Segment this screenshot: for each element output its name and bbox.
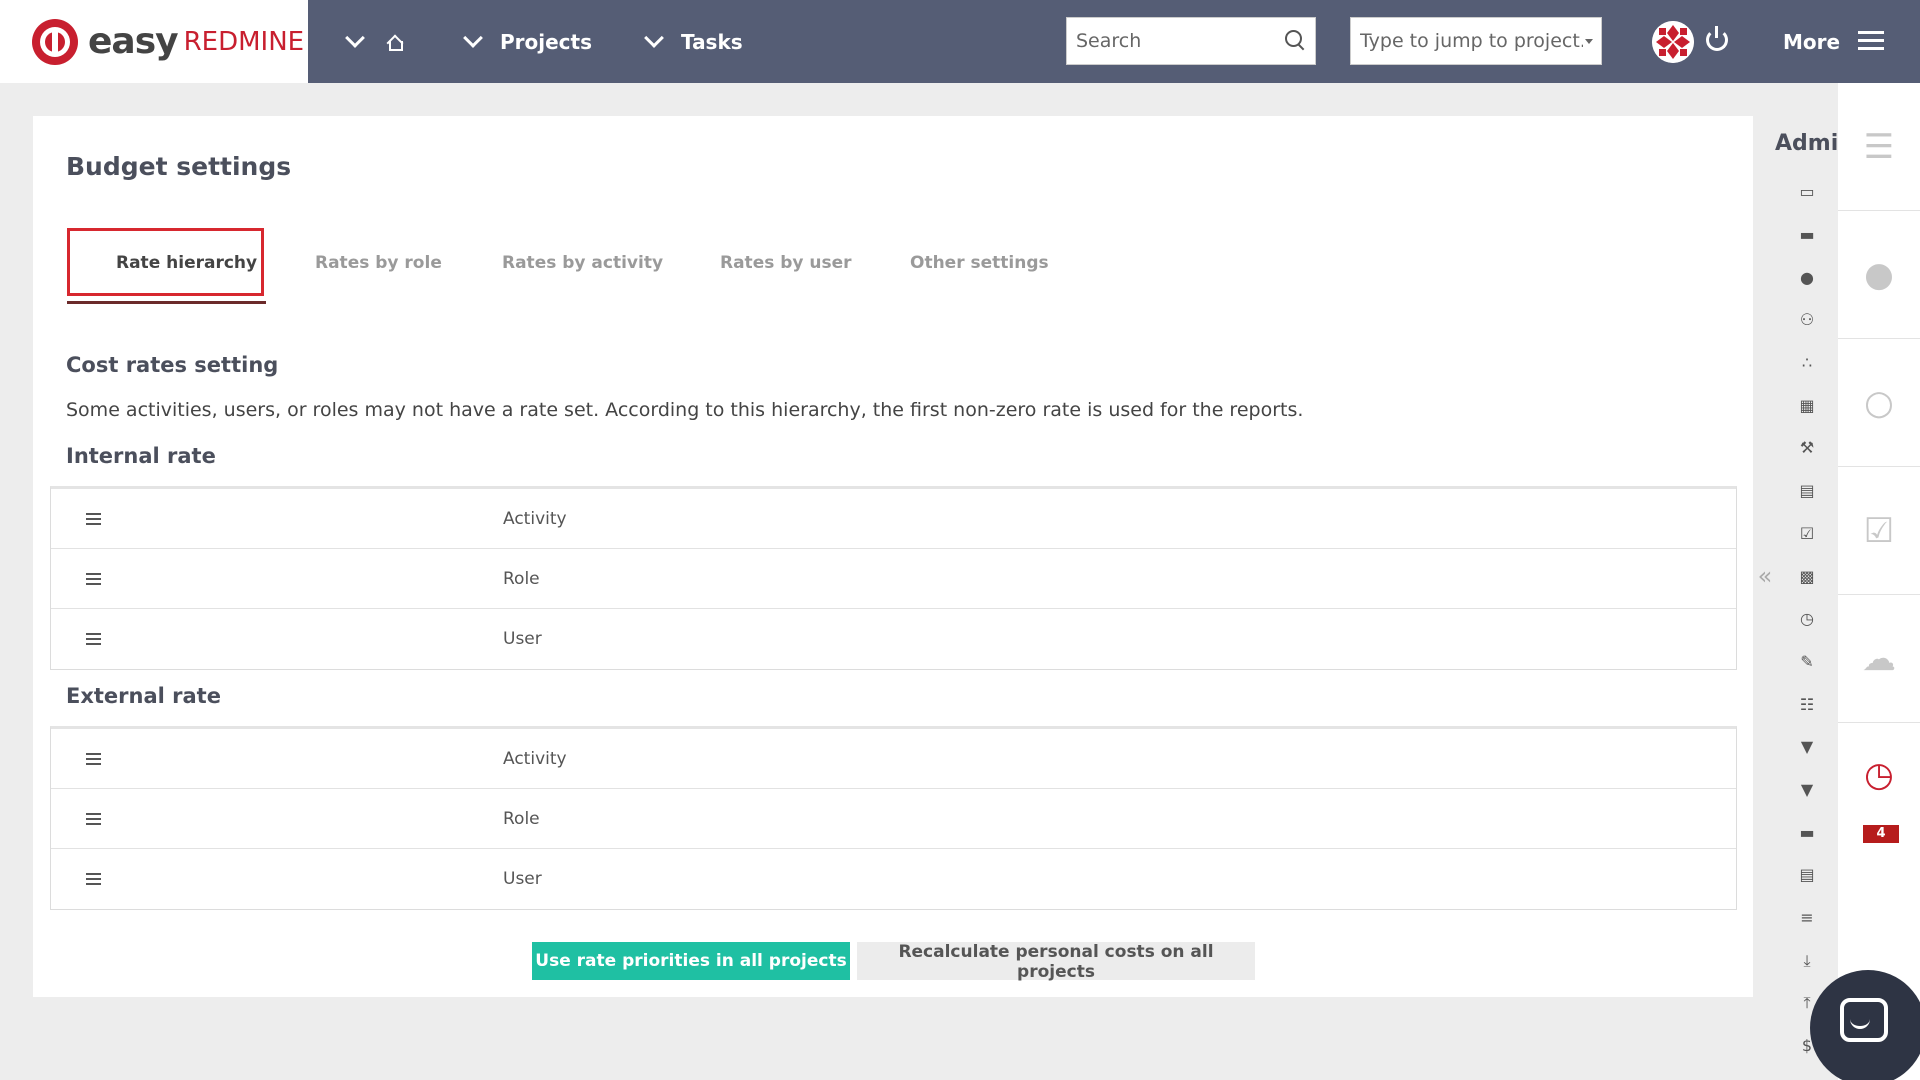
rail-item-ideas[interactable]: ○ xyxy=(1838,339,1920,467)
clipboard-check-icon: ☑ xyxy=(1863,510,1895,551)
timer-count-badge: 4 xyxy=(1863,825,1899,843)
external-rate-heading: External rate xyxy=(66,684,221,708)
database-icon[interactable]: ▬ xyxy=(1798,824,1816,842)
list-item[interactable]: Role xyxy=(51,789,1736,849)
clipboard-icon[interactable]: ▤ xyxy=(1798,482,1816,500)
cost-rates-heading: Cost rates setting xyxy=(66,353,279,377)
user-avatar[interactable] xyxy=(1652,21,1694,63)
tab-other-settings[interactable]: Other settings xyxy=(910,228,1049,298)
sidebar-collapse-icon[interactable]: « xyxy=(1754,560,1776,592)
checklist-icon[interactable]: ☑ xyxy=(1798,525,1816,543)
rate-item-label: Activity xyxy=(503,509,567,529)
more-menu-label[interactable]: More xyxy=(1783,0,1840,83)
document-icon[interactable]: ▤ xyxy=(1798,866,1816,884)
folder-outline-icon[interactable]: ▭ xyxy=(1798,183,1816,201)
rail-item-profile[interactable]: ● xyxy=(1838,211,1920,339)
live-chat-button[interactable] xyxy=(1810,970,1920,1080)
activity-stream-icon: ☰ xyxy=(1863,126,1895,167)
drag-handle-icon[interactable] xyxy=(86,573,101,585)
calendar-icon[interactable]: ▦ xyxy=(1798,397,1816,415)
list-item[interactable]: Activity xyxy=(51,729,1736,789)
avatar-pattern-icon xyxy=(1652,21,1694,63)
grid-icon[interactable]: ☷ xyxy=(1798,696,1816,714)
internal-rate-list: Activity Role User xyxy=(50,486,1737,670)
rate-item-label: Role xyxy=(503,809,540,829)
internal-rate-heading: Internal rate xyxy=(66,444,216,468)
drag-handle-icon[interactable] xyxy=(86,513,101,525)
users-icon[interactable]: ⚇ xyxy=(1798,311,1816,329)
tasks-menu[interactable]: Tasks xyxy=(644,0,743,83)
dropdown-caret-icon xyxy=(1585,39,1593,44)
list-item[interactable]: Role xyxy=(51,549,1736,609)
page-title: Budget settings xyxy=(66,152,292,181)
admin-sidebar-title: Admin xyxy=(1775,131,1838,156)
drag-handle-icon[interactable] xyxy=(86,753,101,765)
jump-to-project-input[interactable] xyxy=(1360,30,1583,52)
filter-icon[interactable]: ▼ xyxy=(1798,738,1816,756)
rate-item-label: Role xyxy=(503,569,540,589)
budget-settings-panel: Budget settings Rate hierarchy Rates by … xyxy=(33,116,1753,997)
search-input[interactable] xyxy=(1076,30,1315,52)
filter-alt-icon[interactable]: ▼ xyxy=(1798,781,1816,799)
rate-item-label: Activity xyxy=(503,749,567,769)
user-icon[interactable]: ● xyxy=(1798,269,1816,287)
easy-redmine-logo-icon xyxy=(32,18,78,65)
group-icon[interactable]: ∴ xyxy=(1798,354,1816,372)
list-item[interactable]: User xyxy=(51,609,1736,669)
tab-rates-by-user[interactable]: Rates by user xyxy=(720,228,852,298)
chat-bubbles-icon: ☁ xyxy=(1862,638,1896,679)
app-logo[interactable]: easy REDMINE xyxy=(0,0,308,83)
hierarchy-description: Some activities, users, or roles may not… xyxy=(66,399,1304,421)
lightbulb-icon: ○ xyxy=(1864,382,1894,423)
drag-handle-icon[interactable] xyxy=(86,873,101,885)
list-item[interactable]: Activity xyxy=(51,489,1736,549)
wrench-icon[interactable]: ⚒ xyxy=(1798,439,1816,457)
drag-handle-icon[interactable] xyxy=(86,633,101,645)
calculator-icon[interactable]: ▩ xyxy=(1798,568,1816,586)
list-item[interactable]: User xyxy=(51,849,1736,909)
timer-clock-icon: ◷ xyxy=(1864,755,1894,795)
edit-icon[interactable]: ✎ xyxy=(1798,653,1816,671)
tab-rates-by-role[interactable]: Rates by role xyxy=(315,228,442,298)
search-icon[interactable] xyxy=(1285,30,1305,50)
home-menu[interactable] xyxy=(345,0,403,83)
hamburger-menu-icon[interactable] xyxy=(1858,31,1884,51)
rail-item-tasks[interactable]: ☑ xyxy=(1838,467,1920,595)
chevron-down-icon xyxy=(463,27,483,48)
rail-item-chat[interactable]: ☁ xyxy=(1838,595,1920,723)
rate-item-label: User xyxy=(503,629,542,649)
drag-handle-icon[interactable] xyxy=(86,813,101,825)
projects-menu[interactable]: Projects xyxy=(463,0,593,83)
stack-icon[interactable]: ≡ xyxy=(1798,909,1816,927)
tasks-menu-label: Tasks xyxy=(681,29,743,54)
history-icon[interactable]: ◷ xyxy=(1798,610,1816,628)
right-tool-rail: ☰ ● ○ ☑ ☁ ◷ 4 xyxy=(1838,83,1920,1080)
use-rate-priorities-button[interactable]: Use rate priorities in all projects xyxy=(532,942,850,980)
chevron-down-icon xyxy=(644,27,664,48)
projects-menu-label: Projects xyxy=(500,29,593,54)
top-navigation-bar: easy REDMINE Projects Tasks Search Type … xyxy=(0,0,1920,83)
user-profile-icon: ● xyxy=(1864,254,1894,295)
rate-item-label: User xyxy=(503,869,542,889)
chevron-down-icon xyxy=(345,27,365,48)
search-field xyxy=(1066,17,1316,65)
folder-icon[interactable]: ▬ xyxy=(1798,226,1816,244)
tab-rates-by-activity[interactable]: Rates by activity xyxy=(502,228,663,298)
logout-power-icon[interactable] xyxy=(1706,26,1728,51)
tab-rate-hierarchy[interactable]: Rate hierarchy xyxy=(116,228,257,298)
recalculate-costs-button[interactable]: Recalculate personal costs on all projec… xyxy=(857,942,1255,982)
home-icon xyxy=(386,34,403,51)
active-tab-underline xyxy=(67,301,266,304)
logo-text-redmine: REDMINE xyxy=(183,26,305,57)
logo-text-easy: easy xyxy=(88,21,179,62)
rail-item-activity[interactable]: ☰ xyxy=(1838,83,1920,211)
download-icon[interactable]: ⤓ xyxy=(1798,952,1816,970)
jump-to-project-field xyxy=(1350,17,1602,65)
external-rate-list: Activity Role User xyxy=(50,726,1737,910)
